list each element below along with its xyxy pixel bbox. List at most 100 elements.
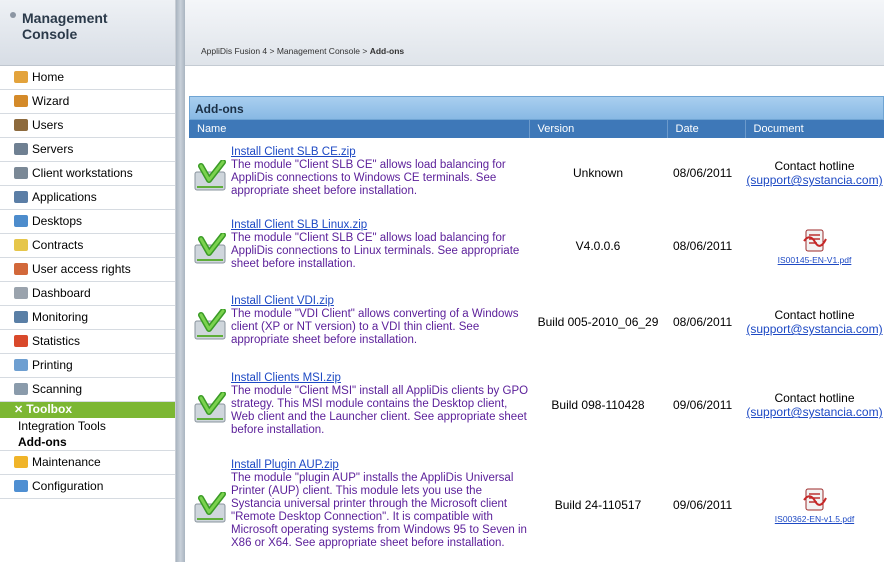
sidebar-item-label: Maintenance	[32, 455, 101, 469]
pdf-icon[interactable]	[802, 227, 828, 253]
addon-date: 08/06/2011	[673, 239, 733, 253]
sidebar-item-label: Statistics	[32, 334, 81, 348]
addon-download-link[interactable]: Install Clients MSI.zip	[231, 372, 529, 385]
column-header-version[interactable]: Version	[529, 120, 668, 138]
sidebar-item-servers[interactable]: Servers	[0, 138, 175, 162]
package-icon	[193, 159, 227, 194]
scanner-icon	[14, 382, 28, 395]
sidebar-header: Management Console	[0, 0, 175, 66]
addon-description: The module "plugin AUP" installs the App…	[231, 471, 527, 549]
addon-date: 08/06/2011	[673, 166, 733, 180]
support-email-link[interactable]: (support@systancia.com)	[746, 173, 882, 187]
hotline-label: Contact hotline	[774, 308, 855, 322]
document-link[interactable]: IS00145-EN-V1.pdf	[745, 255, 884, 265]
sidebar-item-configuration[interactable]: Configuration	[0, 475, 175, 499]
table-header-row: Name Version Date Document	[189, 120, 884, 138]
sidebar-item-scanning[interactable]: Scanning	[0, 378, 175, 402]
addon-version: Build 005-2010_06_29	[537, 315, 659, 329]
breadcrumb: AppliDis Fusion 4 > Management Console >…	[185, 0, 884, 66]
table-row: Install Plugin AUP.zip The module "plugi…	[189, 450, 884, 560]
app-title: Management Console	[22, 10, 108, 42]
desktops-icon	[14, 214, 28, 227]
sidebar-item-user-access-rights[interactable]: User access rights	[0, 258, 175, 282]
column-header-date[interactable]: Date	[667, 120, 746, 138]
sidebar-splitter[interactable]	[176, 0, 185, 562]
addon-download-link[interactable]: Install Client SLB Linux.zip	[231, 219, 529, 232]
sidebar-item-users[interactable]: Users	[0, 114, 175, 138]
sidebar: Management Console Home Wizard Users Servers…	[0, 0, 176, 562]
sidebar-item-applications[interactable]: Applications	[0, 186, 175, 210]
sidebar-item-label: Client workstations	[32, 166, 133, 180]
home-icon	[14, 70, 28, 83]
sidebar-item-label: Users	[32, 118, 64, 132]
addon-name-cell: Install Client VDI.zip The module "VDI C…	[189, 284, 529, 360]
sidebar-item-label: Wizard	[32, 94, 70, 108]
addon-description: The module "Client SLB CE" allows load b…	[231, 159, 506, 197]
addons-table: Name Version Date Document Install Clien…	[189, 120, 884, 560]
sidebar-item-statistics[interactable]: Statistics	[0, 330, 175, 354]
sidebar-item-label: Dashboard	[32, 286, 91, 300]
package-icon	[193, 232, 227, 267]
addon-document: Contact hotline (support@systancia.com)	[745, 138, 884, 208]
sidebar-item-toolbox[interactable]: ✕ Toolbox	[0, 402, 175, 418]
sidebar-item-label: Desktops	[32, 214, 83, 228]
column-header-name[interactable]: Name	[189, 120, 530, 138]
addons-panel: Add-ons Name Version Date Document Insta…	[189, 96, 884, 560]
sidebar-item-wizard[interactable]: Wizard	[0, 90, 175, 114]
warning-icon	[14, 455, 28, 468]
addon-description: The module "Client MSI" install all Appl…	[231, 384, 529, 436]
nav-list-bottom: Maintenance Configuration	[0, 450, 175, 499]
addon-download-link[interactable]: Install Client SLB CE.zip	[231, 146, 529, 159]
sidebar-item-label: Monitoring	[32, 310, 89, 324]
user-access-icon	[14, 262, 28, 275]
bullet-icon	[10, 11, 16, 18]
nav-list: Home Wizard Users Servers Client workstation…	[0, 66, 175, 402]
hotline-label: Contact hotline	[774, 159, 855, 173]
sidebar-item-dashboard[interactable]: Dashboard	[0, 282, 175, 306]
breadcrumb-item[interactable]: Management Console	[277, 46, 360, 56]
sidebar-item-contracts[interactable]: Contracts	[0, 234, 175, 258]
addon-version: Build 098-110428	[551, 398, 645, 412]
addon-name-cell: Install Clients MSI.zip The module "Clie…	[189, 360, 529, 450]
addon-version: Unknown	[572, 166, 624, 180]
applications-icon	[14, 190, 28, 203]
sidebar-item-maintenance[interactable]: Maintenance	[0, 451, 175, 475]
pdf-icon[interactable]	[802, 486, 828, 512]
sidebar-item-monitoring[interactable]: Monitoring	[0, 306, 175, 330]
addon-date: 09/06/2011	[673, 498, 733, 512]
dashboard-icon	[14, 286, 28, 299]
table-row: Install Client SLB Linux.zip The module …	[189, 208, 884, 284]
addon-description: The module "Client SLB CE" allows load b…	[231, 232, 520, 270]
addon-download-link[interactable]: Install Plugin AUP.zip	[231, 459, 529, 472]
sidebar-subitem-addons[interactable]: Add-ons	[0, 434, 175, 450]
document-link[interactable]: IS00362-EN-v1.5.pdf	[745, 514, 884, 524]
addon-document: IS00362-EN-v1.5.pdf	[745, 450, 884, 560]
sidebar-item-label: Printing	[32, 358, 73, 372]
tools-icon: ✕	[14, 404, 24, 416]
sidebar-item-label: Servers	[32, 142, 74, 156]
sidebar-item-desktops[interactable]: Desktops	[0, 210, 175, 234]
sidebar-item-label: Contracts	[32, 238, 84, 252]
addon-download-link[interactable]: Install Client VDI.zip	[231, 295, 529, 308]
sidebar-subitem-integration-tools[interactable]: Integration Tools	[0, 418, 175, 434]
sidebar-item-label: Home	[32, 70, 65, 84]
printer-icon	[14, 358, 28, 371]
addon-name-cell: Install Client SLB Linux.zip The module …	[189, 208, 529, 284]
addon-date: 09/06/2011	[673, 398, 733, 412]
workstation-icon	[14, 166, 28, 179]
package-icon	[193, 391, 227, 426]
sidebar-item-label: User access rights	[32, 262, 131, 276]
main-area: AppliDis Fusion 4 > Management Console >…	[185, 0, 884, 562]
support-email-link[interactable]: (support@systancia.com)	[746, 322, 882, 336]
breadcrumb-current: Add-ons	[369, 46, 405, 56]
support-email-link[interactable]: (support@systancia.com)	[746, 405, 882, 419]
sidebar-item-home[interactable]: Home	[0, 66, 175, 90]
addon-document: IS00145-EN-V1.pdf	[745, 208, 884, 284]
wand-icon	[14, 94, 28, 107]
addon-name-cell: Install Client SLB CE.zip The module "Cl…	[189, 138, 529, 208]
addon-name-cell: Install Plugin AUP.zip The module "plugi…	[189, 450, 529, 560]
breadcrumb-item[interactable]: AppliDis Fusion 4	[201, 46, 267, 56]
sidebar-item-printing[interactable]: Printing	[0, 354, 175, 378]
sidebar-item-client-workstations[interactable]: Client workstations	[0, 162, 175, 186]
column-header-document[interactable]: Document	[745, 120, 884, 138]
